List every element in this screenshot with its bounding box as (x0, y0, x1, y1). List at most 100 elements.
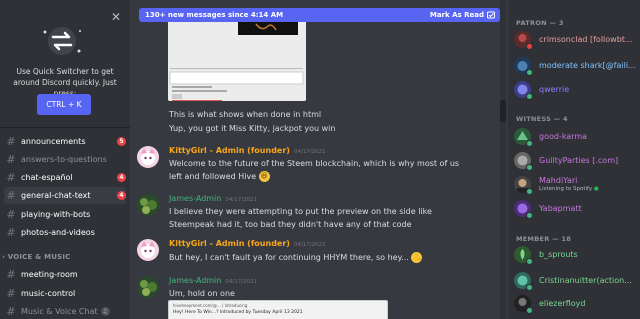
hash-icon: # (6, 268, 16, 281)
status-online-icon (526, 307, 533, 314)
channel-photos-and-videos[interactable]: # photos-and-videos (4, 224, 126, 241)
member-item[interactable]: crimsonclad [followbt... (514, 29, 638, 51)
grin-emoji-icon: 😆 (258, 171, 270, 182)
member-name: Yabapmatt (539, 204, 582, 213)
channel-label: playing-with-bots (21, 210, 91, 219)
message-text: Welcome to the future of the Steem block… (169, 159, 460, 182)
hash-icon: # (6, 208, 16, 221)
status-online-icon (526, 140, 533, 147)
status-online-icon (526, 258, 533, 265)
category-voice-music[interactable]: › VOICE & MUSIC (2, 253, 71, 261)
chat-area: This is what shows when done in html Yup… (130, 0, 508, 319)
flexed-biceps-emoji-icon: 💪 (411, 252, 423, 263)
channel-label: photos-and-videos (21, 228, 95, 237)
section-witness: WITNESS — 4 (516, 115, 568, 123)
member-item[interactable]: good-karma (514, 126, 638, 148)
channel-playing-with-bots[interactable]: # playing-with-bots (4, 206, 126, 223)
status-online-icon (526, 93, 533, 100)
preview-line: hiveheoyment.com/@... / Introducing (173, 303, 248, 308)
mention-badge: 5 (117, 137, 126, 146)
channel-label: music-control (21, 289, 76, 298)
hash-icon: # (6, 226, 16, 239)
member-name: b_sprouts (539, 250, 578, 259)
status-online-icon (526, 164, 533, 171)
channel-announcements[interactable]: # announcements 5 (4, 133, 126, 150)
quick-switcher-arrows-icon (43, 27, 81, 55)
spotify-icon: ● (593, 186, 599, 192)
hash-icon: # (6, 305, 16, 318)
message-author[interactable]: KittyGirl - Admin (founder) 04/17/2021 (169, 146, 326, 157)
mark-as-read-button[interactable]: Mark As Read (430, 8, 484, 22)
member-activity: Listening to Spotify ● (539, 186, 599, 192)
channel-label: Music & Voice Chat (21, 307, 98, 316)
member-item[interactable]: qwerrie (514, 79, 638, 101)
member-item[interactable]: MahdiYari Listening to Spotify ● (514, 174, 638, 196)
section-patron: PATRON — 3 (516, 19, 564, 27)
channel-music-control[interactable]: # music-control (4, 285, 126, 302)
mark-read-icon[interactable] (487, 11, 495, 19)
hash-icon: # (6, 153, 16, 166)
member-item[interactable]: Cristinanuitter(action... (514, 270, 638, 292)
channel-answers-to-questions[interactable]: # answers-to-questions (4, 151, 126, 168)
timestamp: 04/17/2021 (225, 279, 258, 285)
channel-meeting-room[interactable]: # meeting-room (4, 266, 126, 283)
message-text: But hey, I can't fault ya for continuing… (169, 252, 423, 263)
preview-title: Hey! Here To Win...? Introduced by Tuesd… (173, 310, 303, 315)
member-name: crimsonclad [followbt... (539, 35, 633, 44)
status-online-icon (526, 188, 533, 195)
member-name: qwerrie (539, 85, 570, 94)
section-member: MEMBER — 18 (516, 235, 572, 243)
timestamp: 04/17/2021 (293, 242, 326, 248)
channel-label: answers-to-questions (21, 155, 107, 164)
message-text: I believe they were attempting to put th… (169, 207, 432, 229)
member-item[interactable]: b_sprouts (514, 244, 638, 266)
message-author[interactable]: KittyGirl - Admin (founder) 04/17/2021 (169, 239, 326, 250)
message-text: Yup, you got it Miss Kitty, jackpot you … (169, 124, 336, 133)
message-author[interactable]: James-Admin 04/17/2021 (169, 194, 257, 205)
channel-label: meeting-room (21, 270, 78, 279)
message-text: This is what shows when done in html (169, 110, 322, 119)
avatar-kittygirl[interactable] (137, 146, 159, 168)
member-name: moderate shark[@faili... (539, 61, 636, 70)
member-item[interactable]: GuiltyParties [.com] (514, 150, 638, 172)
message-text: Um, hold on one (169, 289, 235, 298)
status-online-icon (526, 284, 533, 291)
mention-badge: 4 (117, 191, 126, 200)
quick-switcher-tip: ✕ Use Quick Switcher to get around Disco… (0, 0, 130, 128)
chat-scrollbar-track[interactable] (500, 0, 506, 319)
embedded-screenshot-image[interactable] (168, 20, 306, 101)
channel-label: chat-español (21, 173, 73, 182)
member-name: GuiltyParties [.com] (539, 156, 619, 165)
member-item[interactable]: moderate shark[@faili... (514, 55, 638, 77)
shortcut-button[interactable]: CTRL + K (37, 94, 91, 115)
timestamp: 04/17/2021 (225, 197, 258, 203)
hash-icon: # (6, 287, 16, 300)
channel-label: general-chat-text (21, 191, 91, 200)
member-name: good-karma (539, 132, 588, 141)
status-online-icon (526, 212, 533, 219)
new-messages-bar[interactable]: 130+ new messages since 4:14 AM Mark As … (139, 8, 500, 22)
speaker-icon: ♫ (100, 307, 110, 316)
member-item[interactable]: Yabapmatt (514, 198, 638, 220)
channel-music-voice-chat[interactable]: # Music & Voice Chat ♫ (4, 303, 126, 319)
channel-chat-espanol[interactable]: # chat-español 4 (4, 169, 126, 186)
hash-icon: # (6, 171, 16, 184)
hash-icon: # (6, 135, 16, 148)
message-author[interactable]: James-Admin 04/17/2021 (169, 276, 257, 287)
link-preview-image[interactable]: hiveheoyment.com/@... / Introducing Hey!… (168, 300, 388, 319)
status-dnd-icon (526, 43, 533, 50)
timestamp: 04/17/2021 (293, 149, 326, 155)
mention-badge: 4 (117, 173, 126, 182)
channel-sidebar: ✕ Use Quick Switcher to get around Disco… (0, 0, 130, 319)
status-online-icon (526, 69, 533, 76)
chat-scrollbar-thumb[interactable] (500, 100, 506, 122)
avatar-james-admin[interactable] (137, 276, 159, 298)
hash-icon: # (6, 189, 16, 202)
member-name: Cristinanuitter(action... (539, 276, 632, 285)
avatar-kittygirl[interactable] (137, 239, 159, 261)
close-icon[interactable]: ✕ (111, 11, 121, 23)
member-name: MahdiYari (539, 176, 578, 185)
member-item[interactable]: eliezerfloyd (514, 293, 638, 315)
channel-general-chat-text[interactable]: # general-chat-text 4 (4, 187, 126, 204)
avatar-james-admin[interactable] (137, 194, 159, 216)
